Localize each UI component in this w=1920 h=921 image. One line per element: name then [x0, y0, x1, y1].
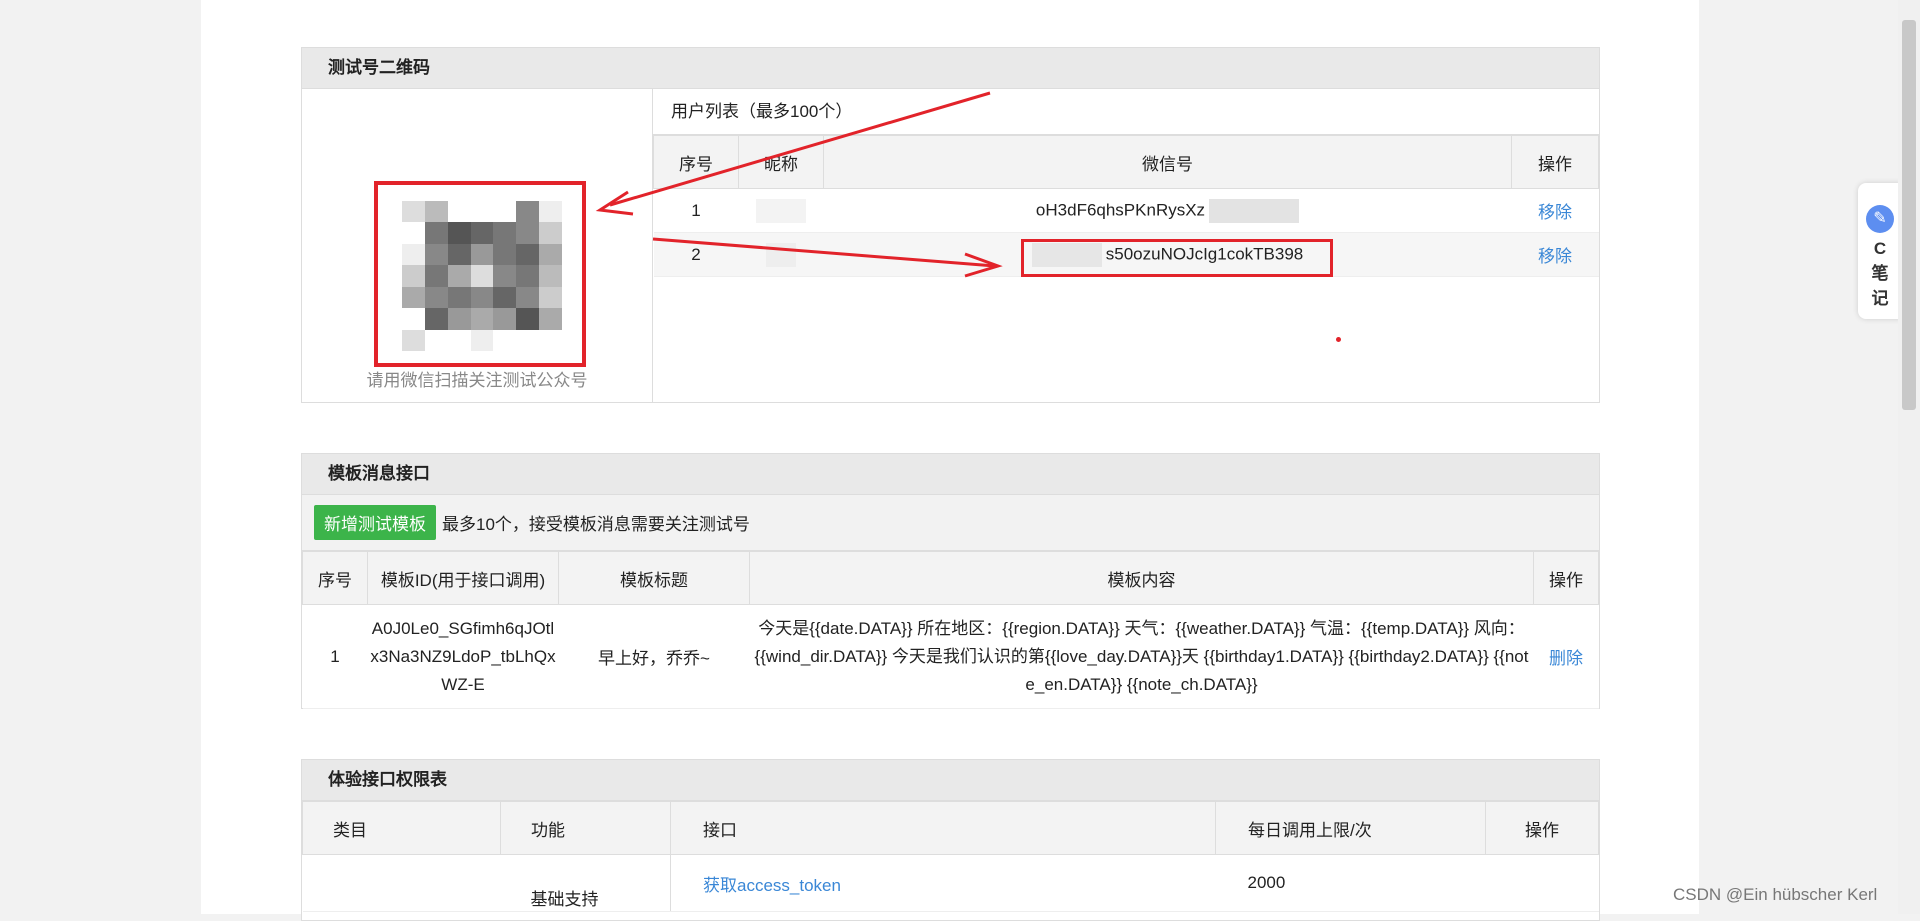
annotation-arrows [595, 91, 1003, 278]
red-dot-mark [1336, 337, 1341, 342]
scrollbar-thumb[interactable] [1902, 20, 1916, 410]
arrow-to-openid [652, 237, 996, 268]
side-tab-line2: 笔 [1871, 264, 1889, 283]
watermark: CSDN @Ein hübscher Kerl [1673, 885, 1878, 904]
side-note-tab[interactable]: ✎ C 笔 记 [1858, 183, 1902, 319]
arrow-to-qr [609, 91, 991, 207]
vertical-scrollbar[interactable] [1898, 0, 1920, 914]
side-tab-line3: 记 [1871, 289, 1889, 308]
note-icon: ✎ [1866, 205, 1894, 233]
side-tab-line1: C [1873, 239, 1887, 258]
